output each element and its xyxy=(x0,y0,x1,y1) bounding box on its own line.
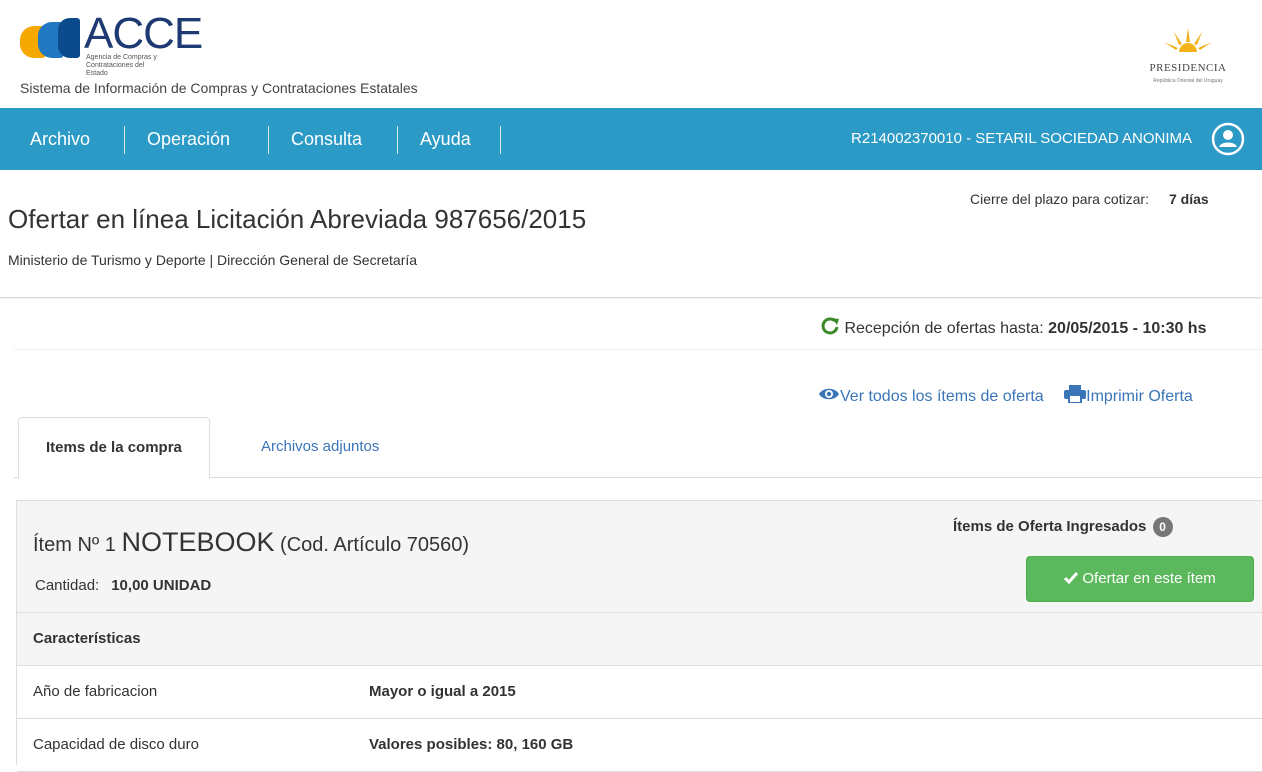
table-row: Capacidad de disco duro Valores posibles… xyxy=(17,719,1262,772)
tab-archivos-adjuntos[interactable]: Archivos adjuntos xyxy=(234,417,406,476)
caracteristica-name: Capacidad de disco duro xyxy=(33,736,199,753)
main-nav: Archivo Operación Consulta Ayuda R214002… xyxy=(0,108,1262,170)
item-header: Ítem Nº 1 NOTEBOOK (Cod. Artículo 70560)… xyxy=(17,501,1262,613)
presidencia-title: PRESIDENCIA xyxy=(1149,62,1227,74)
cierre-value: 7 días xyxy=(1168,191,1209,207)
logo-wordmark: ACCE xyxy=(84,9,203,58)
caracteristica-value: Mayor o igual a 2015 xyxy=(369,683,516,700)
item-title: Ítem Nº 1 NOTEBOOK (Cod. Artículo 70560) xyxy=(33,527,469,558)
nav-archivo[interactable]: Archivo xyxy=(30,108,90,170)
nav-divider xyxy=(397,126,398,154)
logo-mark-navy xyxy=(58,18,80,58)
cierre-label: Cierre del plazo para cotizar: xyxy=(970,191,1149,207)
recepcion-value: 20/05/2015 - 10:30 hs xyxy=(1048,320,1207,337)
system-name: Sistema de Información de Compras y Cont… xyxy=(20,80,418,96)
logo-subtext: Agencia de Compras y Contrataciones del … xyxy=(86,54,157,77)
divider xyxy=(14,349,1262,350)
caracteristica-name: Año de fabricacion xyxy=(33,683,158,700)
user-name[interactable]: R214002370010 - SETARIL SOCIEDAD ANONIMA xyxy=(851,108,1192,170)
caracteristicas-title: Características xyxy=(33,630,141,647)
print-icon xyxy=(1064,385,1087,404)
table-row: Año de fabricacion Mayor o igual a 2015 xyxy=(17,666,1262,719)
presidencia-logo: PRESIDENCIA República Oriental del Urugu… xyxy=(1132,28,1244,92)
nav-divider xyxy=(500,126,501,154)
ofertar-button[interactable]: Ofertar en este ítem xyxy=(1026,556,1254,602)
ingresados-label: Ítems de Oferta Ingresados xyxy=(953,517,1147,535)
presidencia-subtitle: República Oriental del Uruguay xyxy=(1153,78,1223,84)
ver-todos-link[interactable]: Ver todos los ítems de oferta xyxy=(818,388,1048,405)
caracteristicas-header: Características xyxy=(17,613,1262,666)
nav-divider xyxy=(268,126,269,154)
nav-operacion[interactable]: Operación xyxy=(147,108,230,170)
tab-items-compra[interactable]: Items de la compra xyxy=(18,417,210,479)
tabs: Items de la compra Archivos adjuntos xyxy=(14,417,1262,479)
item-name: NOTEBOOK xyxy=(121,527,275,557)
page-title: Ofertar en línea Licitación Abreviada 98… xyxy=(8,204,587,234)
page-actions: Ver todos los ítems de oferta Imprimir O… xyxy=(818,385,1193,406)
nav-ayuda[interactable]: Ayuda xyxy=(420,108,471,170)
imprimir-label: Imprimir Oferta xyxy=(1086,388,1193,405)
refresh-icon xyxy=(821,317,839,335)
item-panel: Ítem Nº 1 NOTEBOOK (Cod. Artículo 70560)… xyxy=(16,500,1262,772)
item-code: (Cod. Artículo 70560) xyxy=(280,534,470,556)
imprimir-link[interactable]: Imprimir Oferta xyxy=(1064,385,1193,405)
items-ingresados: Ítems de Oferta Ingresados 0 xyxy=(953,517,1173,537)
recepcion-label: Recepción de ofertas hasta: xyxy=(844,320,1044,337)
user-account-icon[interactable] xyxy=(1211,122,1245,156)
check-icon xyxy=(1064,572,1079,585)
ingresados-badge: 0 xyxy=(1152,517,1173,537)
eye-icon xyxy=(819,388,839,400)
cierre-plazo: Cierre del plazo para cotizar: 7 días xyxy=(970,191,1209,207)
acce-logo[interactable]: ACCE Agencia de Compras y Contrataciones… xyxy=(20,12,240,82)
nav-divider xyxy=(124,126,125,154)
page-subtitle: Ministerio de Turismo y Deporte | Direcc… xyxy=(8,252,418,268)
sun-icon xyxy=(1160,28,1216,58)
nav-consulta[interactable]: Consulta xyxy=(291,108,362,170)
caracteristica-value: Valores posibles: 80, 160 GB xyxy=(369,736,574,753)
ofertar-label: Ofertar en este ítem xyxy=(1082,570,1216,587)
ver-todos-label: Ver todos los ítems de oferta xyxy=(840,388,1044,405)
item-cantidad: Cantidad: 10,00 UNIDAD xyxy=(35,577,211,594)
item-number: Ítem Nº 1 xyxy=(33,534,116,556)
divider xyxy=(0,297,1262,298)
cantidad-label: Cantidad: xyxy=(35,577,100,594)
site-header: ACCE Agencia de Compras y Contrataciones… xyxy=(0,0,1262,108)
cantidad-value: 10,00 UNIDAD xyxy=(111,577,212,594)
recepcion-ofertas: Recepción de ofertas hasta: 20/05/2015 -… xyxy=(820,316,1206,338)
